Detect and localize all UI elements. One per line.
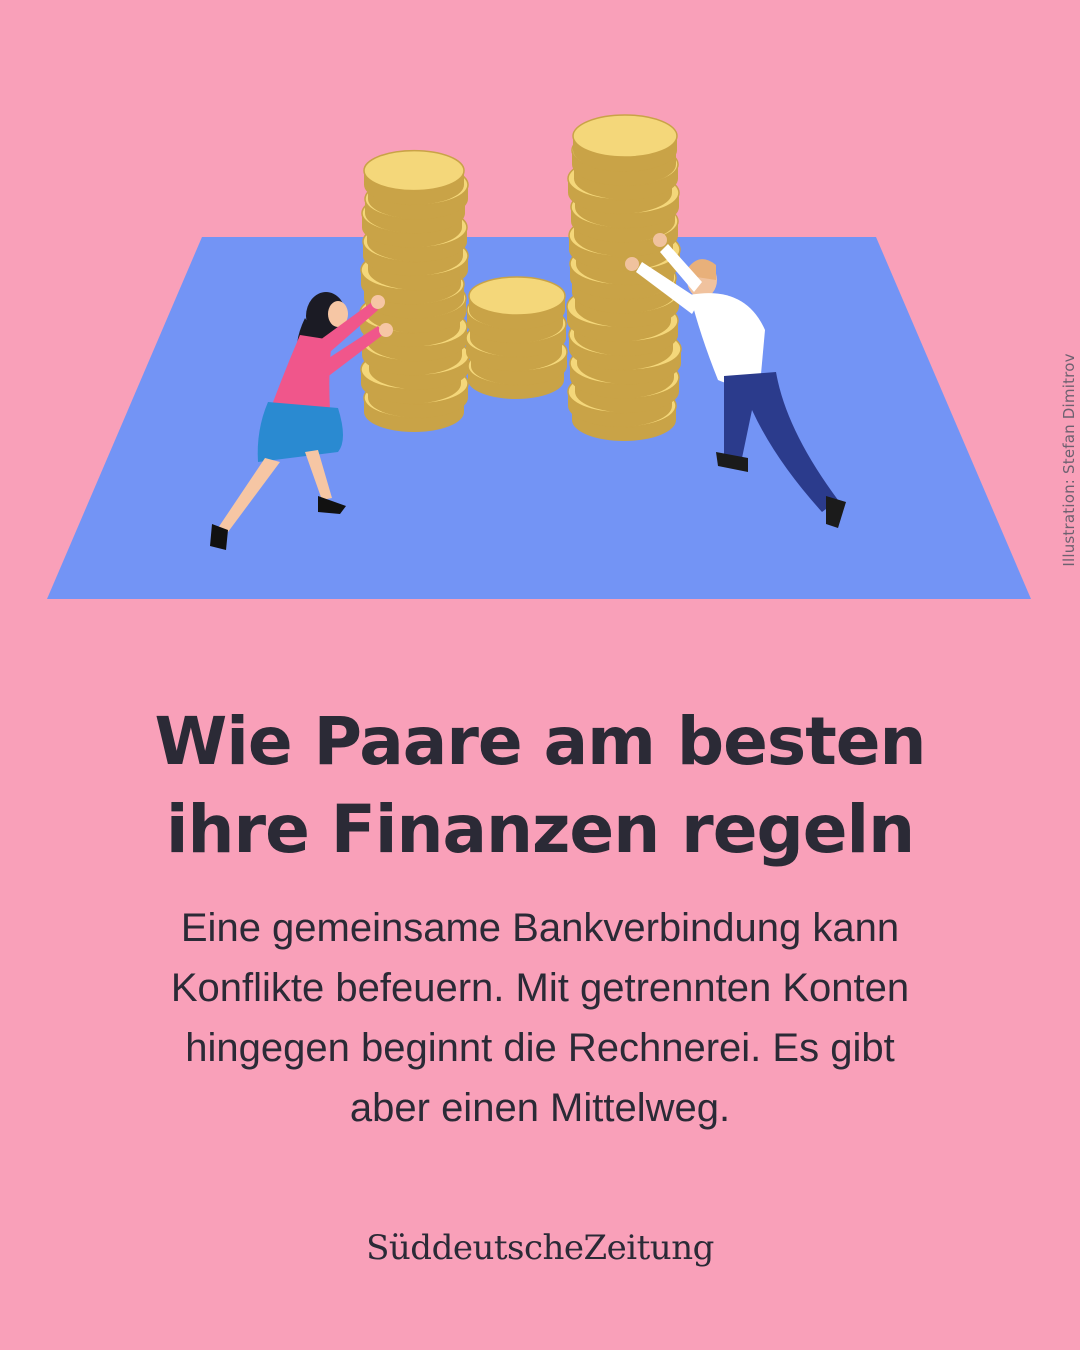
teaser-text: Eine gemeinsame Bankverbindung kann Konf… [60,898,1020,1138]
headline-line-2: ihre Finanzen regeln [165,791,915,868]
illustration [47,114,1031,599]
headline: Wie Paare am besten ihre Finanzen regeln [40,698,1040,874]
coin-stack-left [359,149,470,432]
brand-logo: SüddeutscheZeitung [366,1228,714,1268]
teaser-line-2: Konflikte befeuern. Mit getrennten Konte… [170,966,910,1010]
coin [468,276,566,316]
illustration-credit: Illustration: Stefan Dimitrov [1060,353,1078,567]
headline-line-1: Wie Paare am besten [154,703,926,780]
teaser-line-1: Eine gemeinsame Bankverbindung kann [180,906,900,950]
teaser-line-4: aber einen Mittelweg. [349,1086,731,1130]
teaser-line-3: hingegen beginnt die Rechnerei. Es gibt [185,1026,895,1070]
coin [572,114,678,158]
coin-stack-middle [465,276,568,399]
coin [363,149,465,192]
